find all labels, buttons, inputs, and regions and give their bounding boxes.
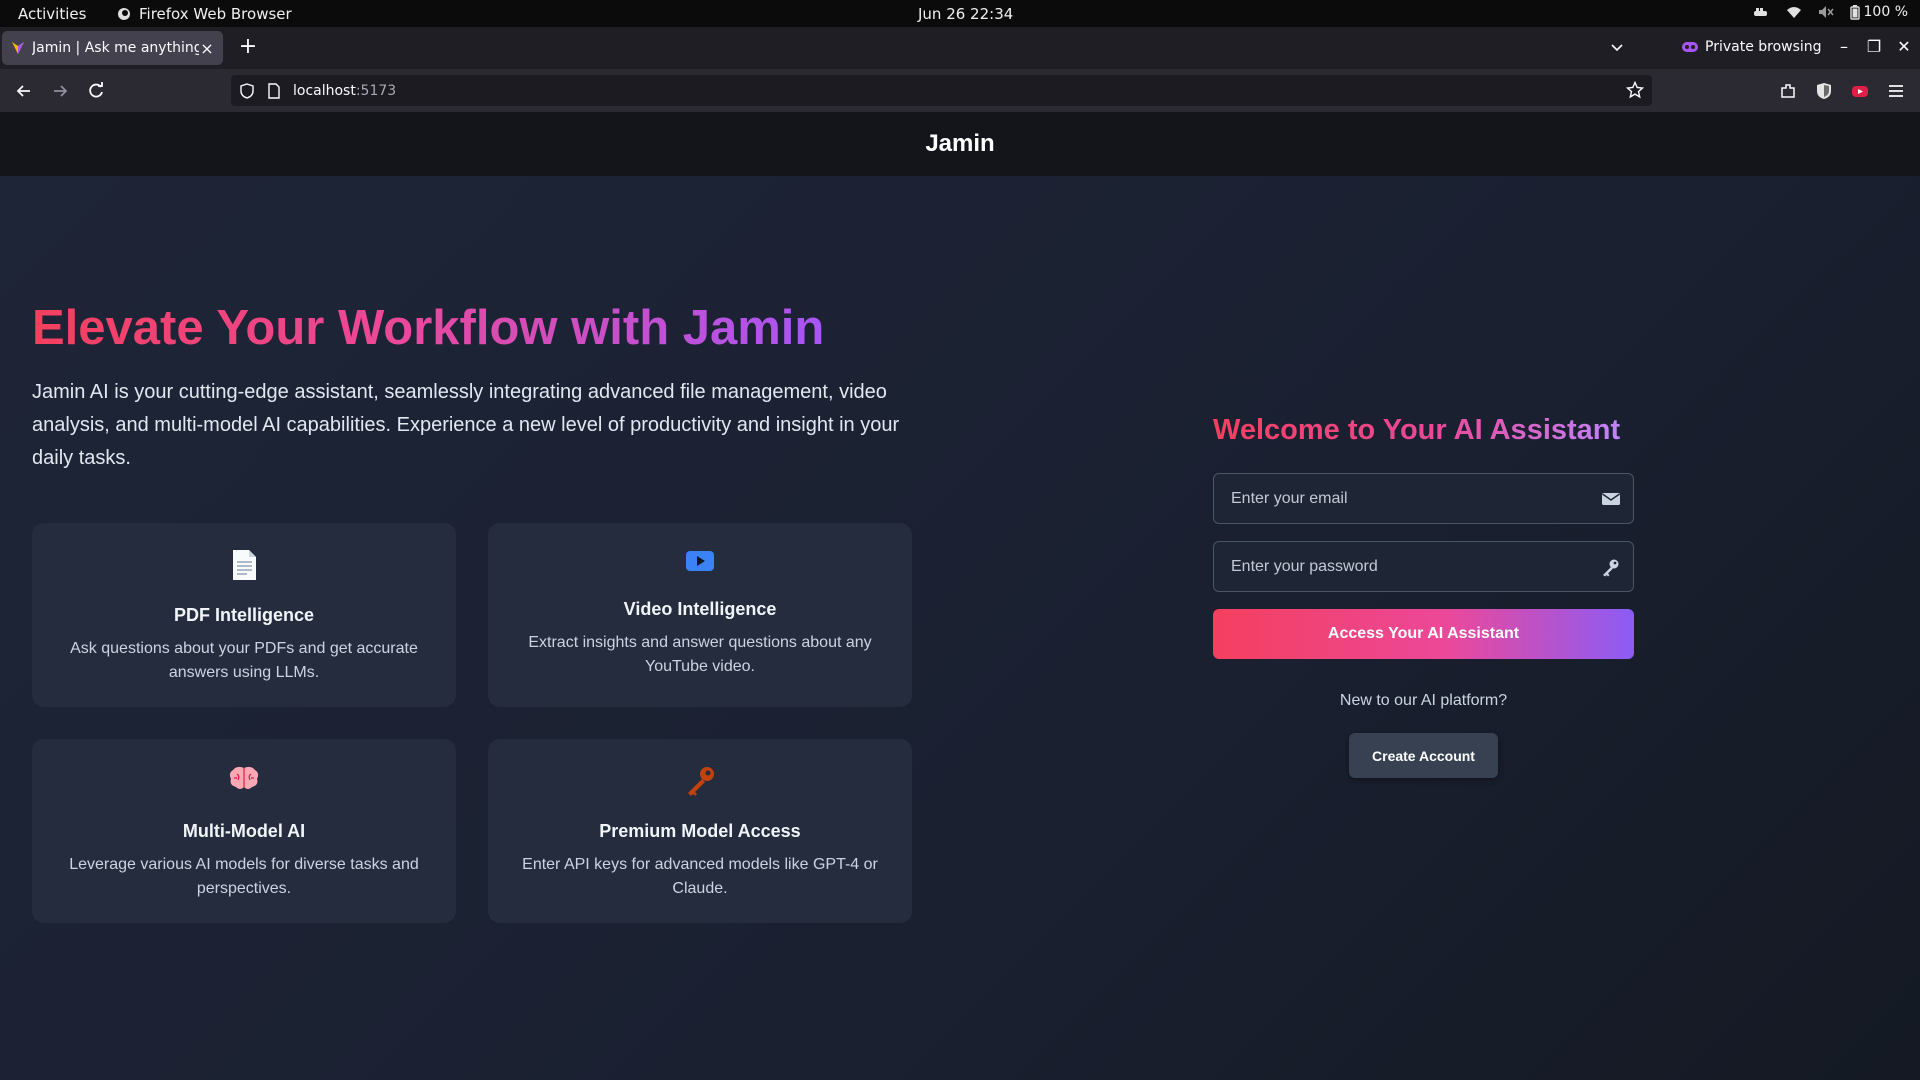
firefox-icon	[118, 8, 130, 20]
email-field[interactable]	[1213, 473, 1634, 524]
key-icon	[1603, 559, 1619, 577]
close-window-icon[interactable]: ✕	[1894, 37, 1914, 57]
forward-arrow-icon[interactable]	[49, 80, 71, 102]
new-tab-button[interactable]: +	[236, 36, 260, 60]
app-menu[interactable]: Firefox Web Browser	[117, 5, 292, 23]
reload-icon[interactable]	[85, 80, 107, 102]
feature-text: Extract insights and answer questions ab…	[528, 634, 872, 675]
wifi-icon	[1786, 7, 1801, 18]
brand-name[interactable]: Jamin	[925, 130, 994, 158]
login-title: Welcome to Your AI Assistant	[1213, 414, 1621, 446]
brain-icon	[32, 765, 456, 801]
private-browsing-indicator: Private browsing	[1682, 39, 1822, 55]
youtube-extension-icon[interactable]	[1849, 80, 1871, 102]
feature-title: Premium Model Access	[599, 821, 801, 841]
docker-icon	[1753, 8, 1767, 16]
email-input[interactable]	[1214, 474, 1633, 523]
tracking-protection-shield-icon[interactable]	[239, 82, 255, 99]
create-account-button[interactable]: Create Account	[1349, 733, 1498, 778]
hero-description: Jamin AI is your cutting-edge assistant,…	[32, 381, 900, 469]
url-port: :5173	[355, 82, 397, 99]
hero-title: Elevate Your Workflow with Jamin	[32, 301, 825, 355]
landing-page: Elevate Your Workflow with Jamin Jamin A…	[0, 176, 1920, 1080]
system-tray[interactable]: 100 %	[1752, 4, 1908, 20]
key-icon	[488, 765, 912, 801]
tab-title: Jamin | Ask me anything!	[32, 40, 199, 56]
page-info-icon[interactable]	[267, 82, 281, 99]
feature-text: Ask questions about your PDFs and get ac…	[70, 640, 418, 681]
url-text: localhost:5173	[293, 83, 396, 99]
app-header: Jamin	[0, 112, 1920, 176]
feature-card-pdf: PDF Intelligence Ask questions about you…	[32, 523, 456, 707]
browser-tab-strip: Jamin | Ask me anything! × + Private bro…	[0, 27, 1920, 69]
access-assistant-button[interactable]: Access Your AI Assistant	[1213, 609, 1634, 659]
url-host: localhost	[293, 82, 356, 99]
feature-title: Multi-Model AI	[182, 821, 306, 841]
volume-muted-icon	[1818, 6, 1834, 18]
private-browsing-label: Private browsing	[1705, 39, 1822, 55]
feature-card-video: Video Intelligence Extract insights and …	[488, 523, 912, 707]
minimize-icon[interactable]: –	[1834, 37, 1854, 57]
password-input[interactable]	[1214, 542, 1633, 591]
extensions-puzzle-icon[interactable]	[1777, 80, 1799, 102]
ublock-shield-icon[interactable]	[1813, 80, 1835, 102]
jamin-favicon-icon	[12, 42, 24, 54]
feature-text: Enter API keys for advanced models like …	[522, 856, 878, 897]
back-arrow-icon[interactable]	[13, 80, 35, 102]
new-user-prompt: New to our AI platform?	[1339, 692, 1508, 709]
url-bar[interactable]: localhost:5173	[231, 75, 1652, 106]
activities-button[interactable]: Activities	[18, 5, 86, 23]
feature-card-multimodel: Multi-Model AI Leverage various AI model…	[32, 739, 456, 923]
hamburger-menu-icon[interactable]	[1885, 80, 1907, 102]
tab-close-icon[interactable]: ×	[199, 39, 215, 58]
password-field[interactable]	[1213, 541, 1634, 592]
restore-icon[interactable]: ❐	[1864, 37, 1884, 57]
play-button-icon	[488, 549, 912, 585]
clock[interactable]: Jun 26 22:34	[918, 5, 1013, 23]
envelope-icon	[1602, 493, 1620, 505]
battery-icon	[1849, 4, 1860, 20]
browser-navigation-bar: localhost:5173	[0, 69, 1920, 112]
tab-jamin[interactable]: Jamin | Ask me anything! ×	[2, 31, 223, 65]
system-top-bar: Activities Firefox Web Browser Jun 26 22…	[0, 0, 1920, 27]
page-icon	[32, 549, 456, 585]
feature-title: PDF Intelligence	[173, 605, 315, 625]
feature-card-premium: Premium Model Access Enter API keys for …	[488, 739, 912, 923]
private-mask-icon	[1682, 42, 1698, 52]
bookmark-star-icon[interactable]	[1626, 81, 1644, 99]
feature-text: Leverage various AI models for diverse t…	[69, 856, 419, 897]
battery-percentage: 100 %	[1863, 4, 1908, 20]
list-all-tabs-chevron-icon[interactable]	[1606, 37, 1628, 59]
feature-title: Video Intelligence	[623, 599, 777, 619]
app-name-label: Firefox Web Browser	[139, 5, 292, 23]
